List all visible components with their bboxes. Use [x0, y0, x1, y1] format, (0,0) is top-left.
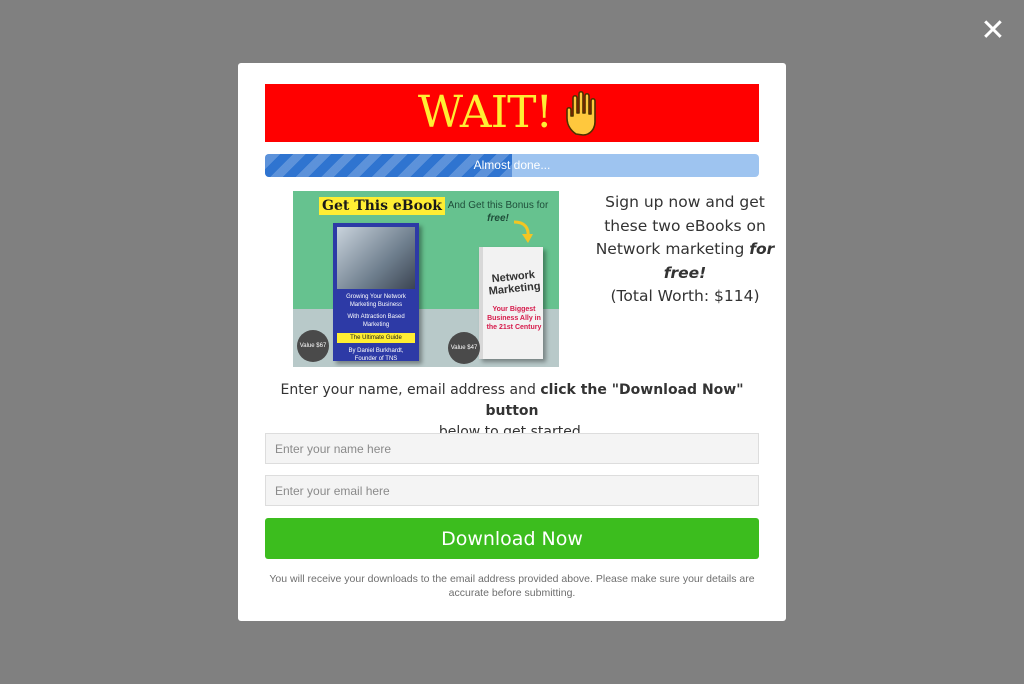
wait-banner: WAIT! — [265, 84, 759, 142]
curved-arrow-icon — [513, 220, 533, 243]
book2-subtitle: Your Biggest Business Ally in the 21st C… — [486, 306, 542, 331]
total-worth: (Total Worth: $114) — [610, 287, 760, 305]
banner-title: WAIT! — [417, 87, 553, 138]
book1-title: Growing Your Network Marketing Business — [346, 294, 406, 308]
raised-hand-icon — [566, 90, 596, 136]
progress-label: Almost done... — [473, 158, 551, 172]
ebook-cover-growing-network: Growing Your Network Marketing Business … — [333, 223, 419, 362]
book1-author: By Daniel Burkhardt, Founder of TNS — [348, 348, 404, 362]
disclaimer-text: You will receive your downloads to the e… — [269, 573, 755, 599]
promo-heading: Get This eBook — [319, 197, 445, 215]
book-cover-photo — [337, 227, 415, 289]
close-button[interactable]: ✕ — [978, 16, 1008, 46]
name-input[interactable] — [265, 433, 759, 464]
ebook-cover-network-marketing: Network Marketing Your Biggest Business … — [479, 247, 543, 359]
email-input[interactable] — [265, 475, 759, 506]
popup-modal: WAIT! Almost done... Get This eBook And … — [238, 63, 786, 621]
ebook-promo-image: Get This eBook And Get this Bonus for fr… — [293, 191, 559, 367]
progress-bar: Almost done... — [265, 154, 759, 177]
signup-pitch: Sign up now and get these two eBooks on … — [595, 193, 775, 305]
value-badge: Value $47 — [448, 332, 480, 364]
close-icon[interactable]: ✕ — [980, 13, 1005, 48]
book1-guide: The Ultimate Guide — [337, 333, 415, 343]
book2-title: Network Marketing — [488, 268, 542, 298]
value-badge: Value $67 — [297, 330, 329, 362]
bonus-text: And Get this Bonus for free! — [447, 200, 549, 224]
download-now-button[interactable]: Download Now — [265, 518, 759, 559]
book1-subtitle: With Attraction Based Marketing — [347, 314, 405, 328]
